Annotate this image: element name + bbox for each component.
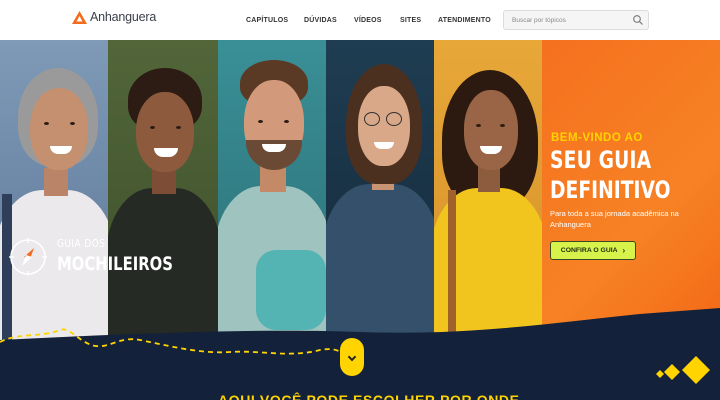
guide-title-line2: MOCHILEIROS (57, 253, 173, 275)
nav-atendimento[interactable]: ATENDIMENTO (438, 17, 491, 24)
chevron-right-icon: › (622, 246, 626, 255)
nav-capitulos[interactable]: CAPÍTULOS (246, 17, 288, 24)
next-section-heading: AQUI VOCÊ PODE ESCOLHER POR ONDE (218, 392, 520, 400)
cta-confira-guia-button[interactable]: CONFIRA O GUIA › (550, 241, 636, 260)
nav-sites[interactable]: SITES (400, 17, 421, 24)
cta-label: CONFIRA O GUIA (560, 247, 618, 254)
scroll-down-button[interactable] (340, 338, 364, 376)
chevron-down-icon (347, 352, 357, 362)
search-icon[interactable] (632, 14, 644, 26)
hero-banner: BEM-VINDO AO SEU GUIA DEFINITIVO Para to… (0, 40, 720, 400)
site-header: Anhanguera CAPÍTULOS DÚVIDAS VÍDEOS SITE… (0, 0, 720, 40)
bottom-wave (0, 308, 720, 400)
nav-videos[interactable]: VÍDEOS (354, 17, 382, 24)
nav-duvidas[interactable]: DÚVIDAS (304, 17, 337, 24)
hero-title-line1: SEU GUIA (550, 146, 652, 174)
compass-icon (9, 238, 47, 276)
hero-subtitle: Para toda a sua jornada acadêmica na Anh… (550, 209, 679, 229)
welcome-text: BEM-VINDO AO (551, 132, 643, 144)
hero-title-line2: DEFINITIVO (550, 176, 671, 204)
search-placeholder: Buscar por tópicos (512, 17, 566, 24)
search-input[interactable]: Buscar por tópicos (503, 10, 649, 30)
guide-title-line1: GUIA DOS (57, 237, 106, 250)
